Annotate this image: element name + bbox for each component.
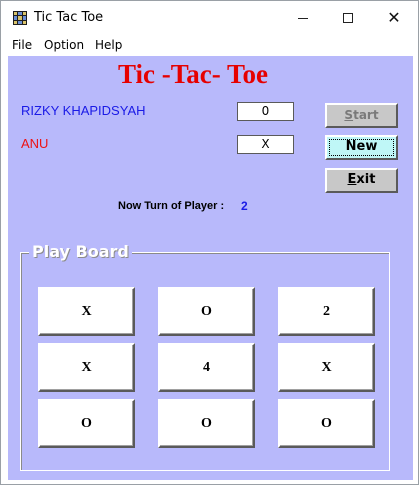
player-2-mark-field[interactable]: X: [237, 135, 294, 154]
board-cell-r3c3[interactable]: O: [278, 399, 375, 448]
exit-button-label: Exit: [347, 172, 376, 187]
menu-file[interactable]: File: [12, 38, 32, 52]
start-button[interactable]: Start: [325, 103, 398, 128]
menu-bar: File Option Help: [1, 35, 418, 55]
maximize-icon: [343, 13, 353, 23]
board-cell-r2c2[interactable]: 4: [158, 343, 255, 392]
tic-tac-toe-app-icon: [13, 11, 27, 25]
new-button[interactable]: New: [325, 135, 398, 160]
player-1-name: RIZKY KHAPIDSYAH: [21, 103, 146, 118]
new-button-label: New: [345, 139, 378, 154]
start-button-label: Start: [344, 108, 379, 122]
player-1-mark-field[interactable]: 0: [237, 102, 294, 121]
play-board-legend: Play Board: [29, 242, 132, 261]
maximize-button[interactable]: [325, 1, 371, 35]
board-cell-r3c2[interactable]: O: [158, 399, 255, 448]
turn-player-number: 2: [241, 199, 248, 213]
title-bar[interactable]: Tic Tac Toe ✕: [1, 1, 418, 35]
close-button[interactable]: ✕: [371, 1, 417, 35]
turn-label: Now Turn of Player :: [118, 200, 225, 212]
board-cell-r1c3[interactable]: 2: [278, 287, 375, 336]
board-cell-r2c3[interactable]: X: [278, 343, 375, 392]
board-cell-r1c2[interactable]: O: [158, 287, 255, 336]
window-title: Tic Tac Toe: [34, 10, 104, 25]
board-cell-r2c1[interactable]: X: [38, 343, 135, 392]
player-2-name: ANU: [21, 136, 49, 151]
play-board: Play Board X O 2 X 4 X O O O: [20, 242, 390, 471]
game-panel: Tic -Tac- Toe RIZKY KHAPIDSYAH 0 ANU X S…: [8, 56, 413, 480]
minimize-button[interactable]: [280, 1, 326, 35]
board-cell-r1c1[interactable]: X: [38, 287, 135, 336]
menu-option[interactable]: Option: [44, 38, 84, 52]
close-icon: ✕: [387, 8, 401, 27]
board-cell-r3c1[interactable]: O: [38, 399, 135, 448]
app-window: Tic Tac Toe ✕ File Option Help Tic -Tac-…: [0, 0, 419, 485]
minimize-icon: [298, 17, 308, 19]
game-title: Tic -Tac- Toe: [117, 59, 269, 89]
menu-help[interactable]: Help: [95, 38, 122, 52]
exit-button[interactable]: Exit: [325, 168, 398, 193]
